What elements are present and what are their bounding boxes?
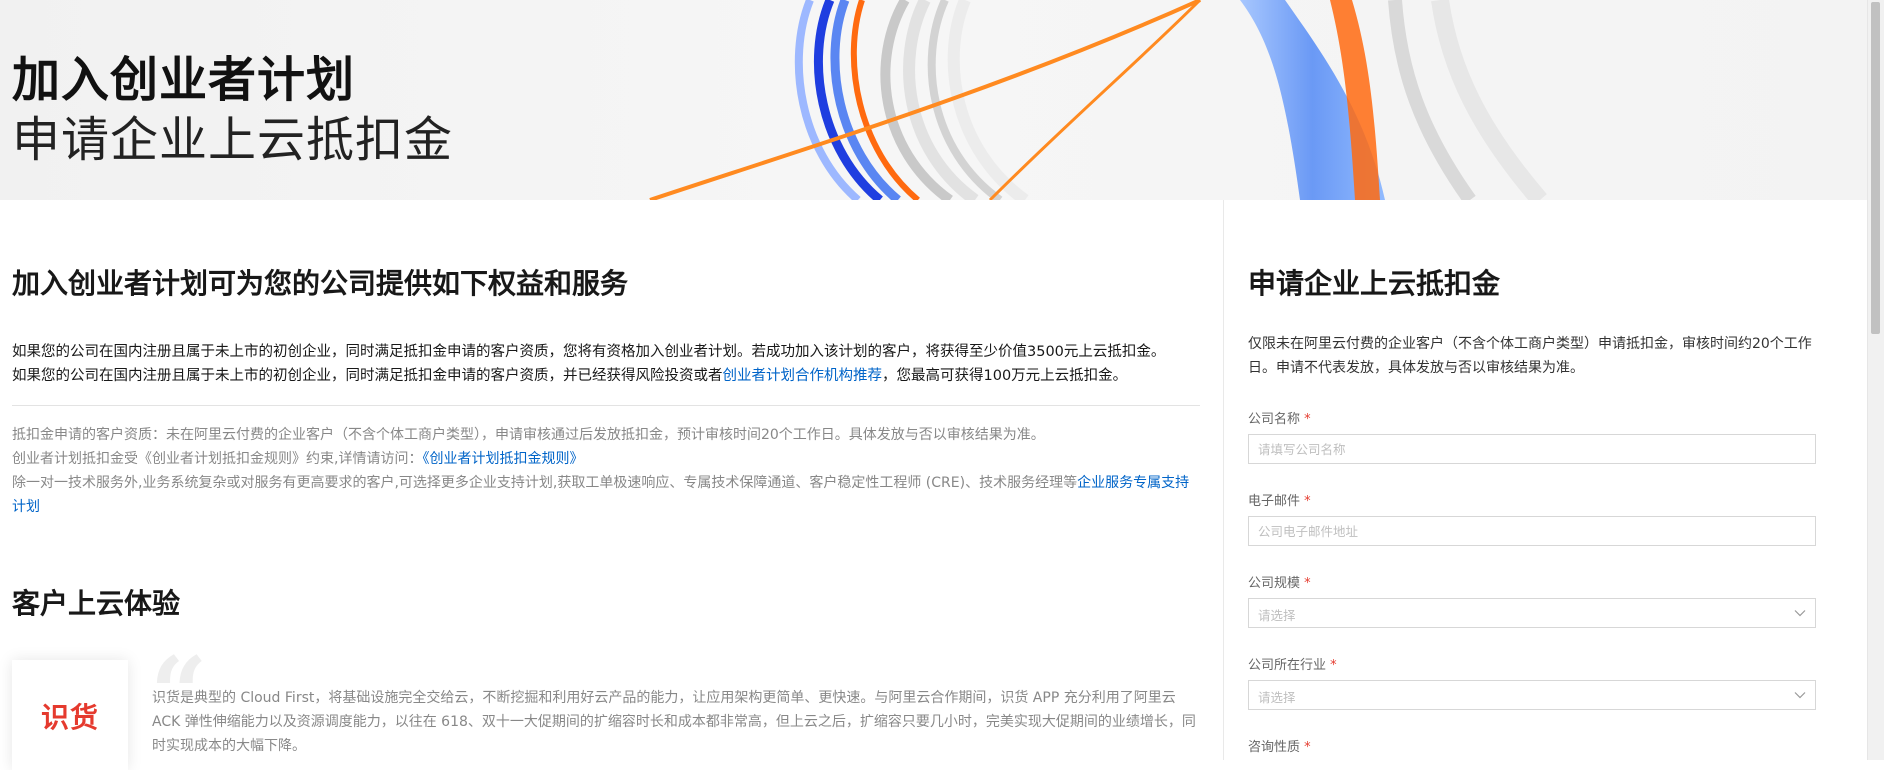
column-divider <box>1223 200 1224 760</box>
lead-paragraph-2: 如果您的公司在国内注册且属于未上市的初创企业，同时满足抵扣金申请的客户资质，并已… <box>12 364 1200 388</box>
note-2: 创业者计划抵扣金受《创业者计划抵扣金规则》约束,详情请访问：《创业者计划抵扣金规… <box>12 447 1200 471</box>
email-field[interactable] <box>1248 516 1816 546</box>
page-scrollbar[interactable] <box>1867 0 1884 760</box>
section-divider <box>12 405 1200 406</box>
chevron-down-icon <box>1794 610 1806 617</box>
company-name-label: 公司名称 * <box>1248 412 1311 427</box>
form-title: 申请企业上云抵扣金 <box>1248 267 1501 300</box>
industry-select-value: 请选择 <box>1258 690 1296 705</box>
email-input[interactable] <box>1249 517 1807 545</box>
industry-label: 公司所在行业 * <box>1248 658 1337 673</box>
note-1: 抵扣金申请的客户资质：未在阿里云付费的企业客户（不含个体工商户类型），申请审核通… <box>12 427 1045 443</box>
case-logo-text: 识货 <box>40 701 99 734</box>
case-description: 识货是典型的 Cloud First，将基础设施完全交给云，不断挖掘和利用好云产… <box>152 690 1196 754</box>
hero-banner: 加入创业者计划 申请企业上云抵扣金 <box>0 0 1868 200</box>
scale-label: 公司规模 * <box>1248 576 1311 591</box>
company-name-input[interactable] <box>1249 435 1807 463</box>
scale-select-value: 请选择 <box>1258 608 1296 623</box>
voucher-rules-link[interactable]: 《创业者计划抵扣金规则》 <box>422 451 583 467</box>
note-2-text: 创业者计划抵扣金受《创业者计划抵扣金规则》约束,详情请访问： <box>12 451 423 467</box>
benefits-title: 加入创业者计划可为您的公司提供如下权益和服务 <box>12 267 629 300</box>
qualification-notes: 抵扣金申请的客户资质：未在阿里云付费的企业客户（不含个体工商户类型），申请审核通… <box>12 423 1200 519</box>
customer-case: 识货 “ 识货是典型的 Cloud First，将基础设施完全交给云，不断挖掘和… <box>12 644 1200 770</box>
form-intro: 仅限未在阿里云付费的企业客户（不含个体工商户类型）申请抵扣金，审核时间约20个工… <box>1248 336 1812 376</box>
hero-subtitle: 申请企业上云抵扣金 <box>12 112 454 168</box>
lead-2-text: 如果您的公司在国内注册且属于未上市的初创企业，同时满足抵扣金申请的客户资质，并已… <box>12 368 723 384</box>
scrollbar-thumb[interactable] <box>1871 2 1880 334</box>
experience-title: 客户上云体验 <box>12 587 181 620</box>
note-3: 除一对一技术服务外,业务系统复杂或对服务有更高要求的客户,可选择更多企业支持计划… <box>12 471 1200 519</box>
benefits-lead: 如果您的公司在国内注册且属于未上市的初创企业，同时满足抵扣金申请的客户资质，您将… <box>12 340 1200 388</box>
company-name-field[interactable] <box>1248 434 1816 464</box>
consult-label: 咨询性质 * <box>1248 740 1311 755</box>
email-label: 电子邮件 * <box>1248 494 1311 509</box>
partner-recommend-link[interactable]: 创业者计划合作机构推荐 <box>723 368 883 384</box>
case-logo: 识货 <box>12 660 128 770</box>
scale-select[interactable]: 请选择 <box>1248 598 1816 628</box>
industry-select[interactable]: 请选择 <box>1248 680 1816 710</box>
lead-paragraph-1: 如果您的公司在国内注册且属于未上市的初创企业，同时满足抵扣金申请的客户资质，您将… <box>12 344 1166 360</box>
note-3-text: 除一对一技术服务外,业务系统复杂或对服务有更高要求的客户,可选择更多企业支持计划… <box>12 475 1078 491</box>
chevron-down-icon <box>1794 692 1806 699</box>
lead-2-text-end: ，您最高可获得100万元上云抵扣金。 <box>882 368 1128 384</box>
